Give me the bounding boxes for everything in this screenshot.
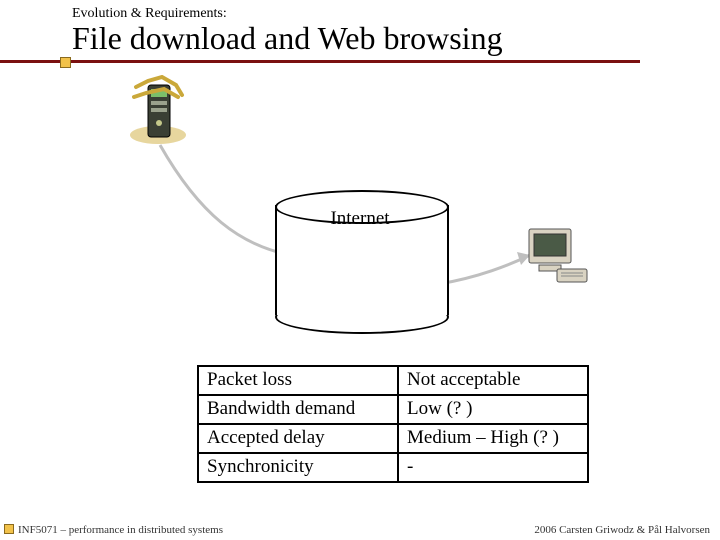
table-cell-value: Medium – High (? ) (398, 424, 588, 453)
footer-left-text: INF5071 – performance in distributed sys… (18, 524, 223, 536)
requirements-table: Packet loss Not acceptable Bandwidth dem… (197, 365, 589, 483)
table-cell-value: - (398, 453, 588, 482)
table-cell-label: Packet loss (198, 366, 398, 395)
table-cell-label: Synchronicity (198, 453, 398, 482)
footer-right-text: 2006 Carsten Griwodz & Pål Halvorsen (534, 524, 710, 536)
table-cell-value: Low (? ) (398, 395, 588, 424)
network-diagram: Internet (0, 75, 720, 370)
table-row: Accepted delay Medium – High (? ) (198, 424, 588, 453)
slide-title: File download and Web browsing (72, 20, 720, 57)
table-cell-label: Accepted delay (198, 424, 398, 453)
table-row: Packet loss Not acceptable (198, 366, 588, 395)
table-cell-label: Bandwidth demand (198, 395, 398, 424)
server-icon (118, 75, 198, 155)
slide-footer: INF5071 – performance in distributed sys… (0, 518, 720, 540)
client-pc-icon (525, 225, 590, 285)
title-underline (0, 60, 640, 63)
title-bullet (60, 57, 71, 68)
table-row: Bandwidth demand Low (? ) (198, 395, 588, 424)
footer-bullet (4, 524, 14, 534)
table-cell-value: Not acceptable (398, 366, 588, 395)
internet-cloud: Internet (275, 190, 445, 330)
table-row: Synchronicity - (198, 453, 588, 482)
internet-label: Internet (275, 208, 445, 230)
